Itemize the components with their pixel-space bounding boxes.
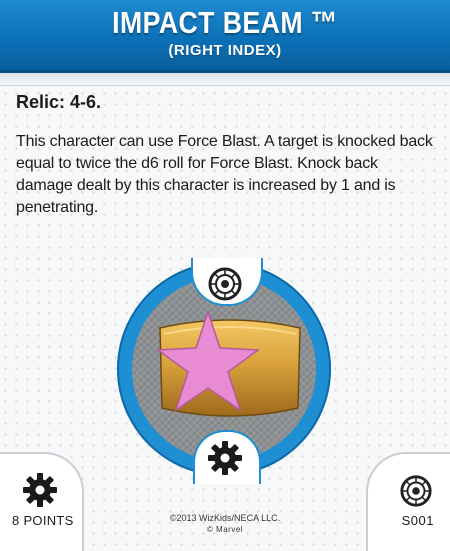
copyright-marvel: © Marvel bbox=[206, 525, 244, 534]
copyright: ©2013 WizKids/NECA LLC. © Marvel bbox=[0, 513, 450, 535]
card-header: IMPACT BEAM ™ (RIGHT INDEX) bbox=[0, 0, 450, 73]
card-description: This character can use Force Blast. A ta… bbox=[16, 133, 433, 216]
relic-value: Relic: 4-6. bbox=[16, 92, 102, 112]
relic-ring-icon bbox=[208, 267, 242, 301]
copyright-wizkids: ©2013 WizKids/NECA LLC. bbox=[169, 513, 281, 523]
gear-icon bbox=[208, 441, 242, 475]
relic-ring-icon bbox=[400, 475, 432, 507]
header-stripe bbox=[0, 73, 450, 86]
card-title: IMPACT BEAM ™ bbox=[112, 5, 338, 40]
equipment-card: IMPACT BEAM ™ (RIGHT INDEX) Relic: 4-6. … bbox=[0, 0, 450, 551]
star-band-icon bbox=[155, 309, 301, 417]
gear-icon bbox=[23, 473, 57, 507]
card-subtitle: (RIGHT INDEX) bbox=[168, 42, 282, 59]
